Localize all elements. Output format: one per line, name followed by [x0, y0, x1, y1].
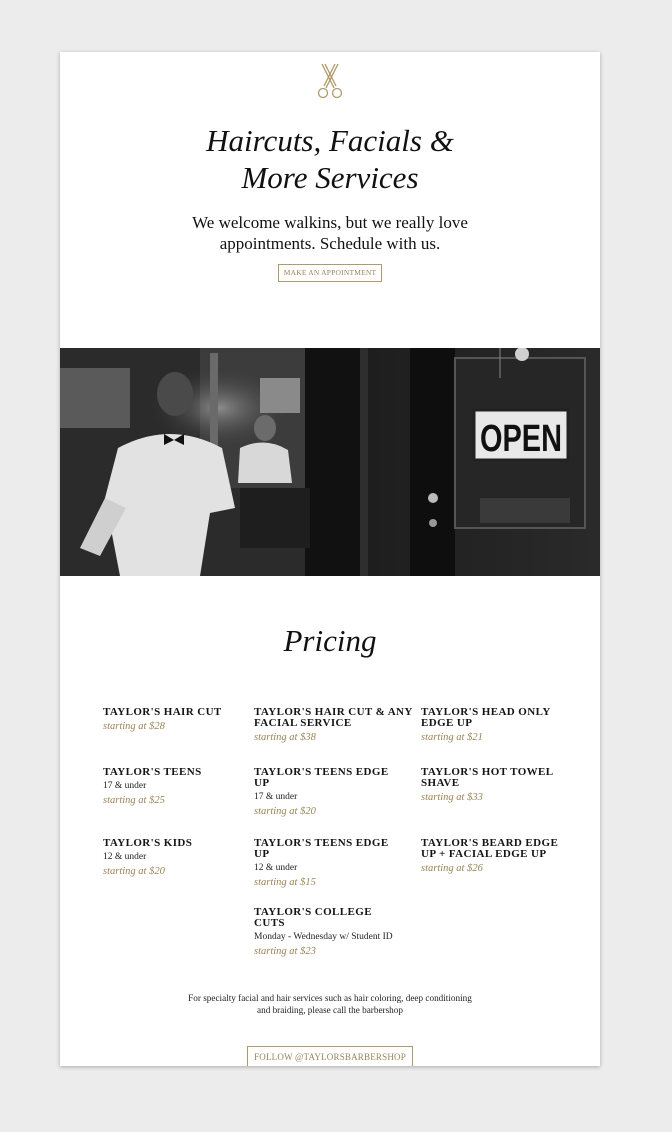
price-item-name: TAYLOR'S HAIR CUT — [103, 706, 222, 718]
price-item-price: starting at $20 — [254, 806, 316, 817]
hero-subtitle-line2: appointments. Schedule with us. — [219, 234, 441, 253]
price-item-hot-towel-shave: TAYLOR'S HOT TOWEL SHAVE starting at $33 — [421, 767, 561, 804]
price-item-price: starting at $38 — [254, 732, 316, 743]
hero-title: Haircuts, Facials & More Services — [60, 122, 600, 196]
follow-instagram-button[interactable]: FOLLOW @TAYLORSBARBERSHOP — [247, 1046, 413, 1066]
content-card: Haircuts, Facials & More Services We wel… — [60, 52, 600, 1066]
price-item-hair-cut-facial: TAYLOR'S HAIR CUT & ANY FACIAL SERVICE s… — [254, 707, 414, 744]
price-item-kids: TAYLOR'S KIDS 12 & under starting at $20 — [103, 838, 243, 878]
pricing-title: Pricing — [283, 623, 377, 658]
price-item-name: TAYLOR'S TEENS — [103, 766, 202, 778]
open-sign-text: OPEN — [480, 418, 562, 460]
hero-subtitle: We welcome walkins, but we really love a… — [60, 212, 600, 254]
price-item-price: starting at $25 — [103, 795, 165, 806]
price-item-name: TAYLOR'S TEENS EDGE UP — [254, 766, 389, 789]
price-item-name: TAYLOR'S HEAD ONLY EDGE UP — [421, 706, 551, 729]
price-item-college-cuts: TAYLOR'S COLLEGE CUTS Monday - Wednesday… — [254, 907, 414, 958]
specialty-note-line1: For specialty facial and hair services s… — [188, 993, 472, 1003]
price-item-teens-edge-up-17: TAYLOR'S TEENS EDGE UP 17 & under starti… — [254, 767, 394, 818]
price-item-note: Monday - Wednesday w/ Student ID — [254, 932, 393, 942]
make-appointment-button[interactable]: MAKE AN APPOINTMENT — [278, 264, 382, 282]
price-item-price: starting at $20 — [103, 866, 165, 877]
hero-title-line2: More Services — [241, 160, 419, 195]
price-item-teens: TAYLOR'S TEENS 17 & under starting at $2… — [103, 767, 243, 807]
price-item-price: starting at $28 — [103, 721, 165, 732]
price-item-name: TAYLOR'S HOT TOWEL SHAVE — [421, 766, 553, 789]
price-item-note: 12 & under — [254, 863, 298, 873]
price-item-note: 12 & under — [103, 852, 147, 862]
price-item-head-edge-up: TAYLOR'S HEAD ONLY EDGE UP starting at $… — [421, 707, 561, 744]
price-item-name: TAYLOR'S BEARD EDGE UP + FACIAL EDGE UP — [421, 837, 559, 860]
price-item-beard-edge-up: TAYLOR'S BEARD EDGE UP + FACIAL EDGE UP … — [421, 838, 561, 875]
scissors-logo-icon — [317, 63, 343, 99]
price-item-price: starting at $15 — [254, 877, 316, 888]
price-item-note: 17 & under — [103, 781, 147, 791]
price-item-teens-edge-up-12: TAYLOR'S TEENS EDGE UP 12 & under starti… — [254, 838, 394, 889]
price-item-price: starting at $33 — [421, 792, 483, 803]
hero-title-line1: Haircuts, Facials & — [206, 123, 454, 158]
price-item-price: starting at $21 — [421, 732, 483, 743]
price-item-name: TAYLOR'S HAIR CUT & ANY FACIAL SERVICE — [254, 706, 413, 729]
hero-subtitle-line1: We welcome walkins, but we really love — [192, 213, 468, 232]
price-item-price: starting at $23 — [254, 946, 316, 957]
price-item-hair-cut: TAYLOR'S HAIR CUT starting at $28 — [103, 707, 243, 733]
barbershop-photo: OPEN — [60, 348, 600, 576]
specialty-services-note: For specialty facial and hair services s… — [60, 992, 600, 1016]
price-item-note: 17 & under — [254, 792, 298, 802]
price-item-name: TAYLOR'S COLLEGE CUTS — [254, 906, 372, 929]
price-item-price: starting at $26 — [421, 863, 483, 874]
specialty-note-line2: and braiding, please call the barbershop — [257, 1005, 403, 1015]
price-item-name: TAYLOR'S KIDS — [103, 837, 193, 849]
price-item-name: TAYLOR'S TEENS EDGE UP — [254, 837, 389, 860]
